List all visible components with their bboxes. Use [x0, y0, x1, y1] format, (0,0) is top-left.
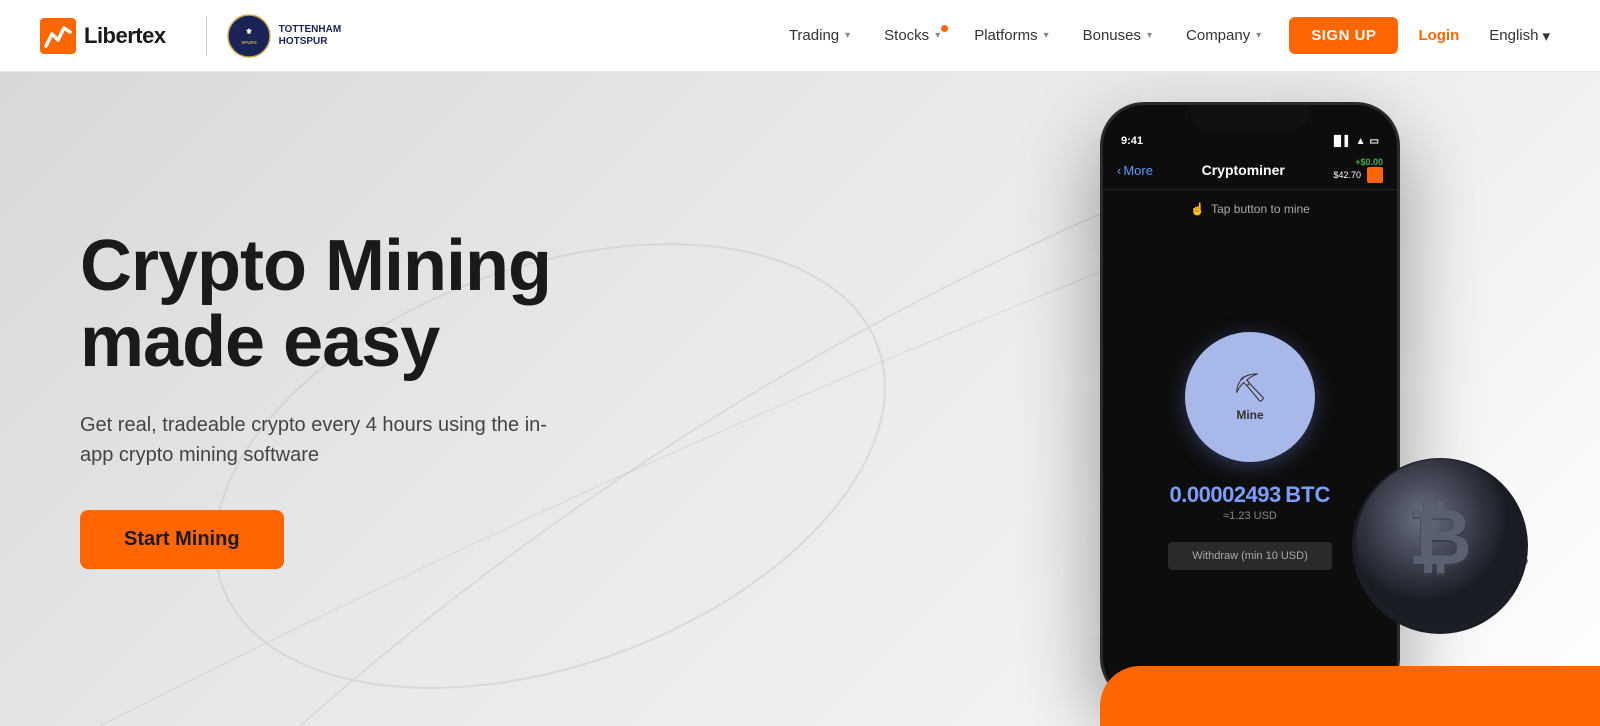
phone-tap-instruction: ☝ Tap button to mine: [1103, 190, 1397, 222]
nav-item-bonuses[interactable]: Bonuses ▾: [1069, 19, 1166, 52]
phone-btc-display: 0.00002493 BTC ≈1.23 USD: [1170, 482, 1331, 522]
svg-text:SPURS: SPURS: [241, 40, 257, 45]
phone-time: 9:41: [1121, 135, 1143, 147]
btc-amount: 0.00002493: [1170, 482, 1281, 507]
chevron-down-icon: ▾: [1147, 30, 1152, 41]
mine-label: Mine: [1236, 408, 1263, 422]
spurs-badge-icon: ⚜ SPURS: [227, 14, 271, 58]
svg-text:⚜: ⚜: [245, 27, 252, 36]
orange-accent-bar: [1100, 666, 1600, 726]
start-mining-button[interactable]: Start Mining: [80, 510, 284, 569]
chevron-down-icon: ▾: [845, 30, 850, 41]
hero-section: Crypto Mining made easy Get real, tradea…: [0, 72, 1600, 726]
btc-symbol: BTC: [1285, 482, 1330, 507]
withdraw-button[interactable]: Withdraw (min 10 USD): [1168, 542, 1332, 570]
nav-menu: Trading ▾ Stocks ▾ Platforms ▾ Bonuses ▾…: [775, 17, 1560, 54]
libertex-logo[interactable]: Libertex: [40, 18, 166, 54]
libertex-name: Libertex: [84, 23, 166, 49]
chevron-left-icon: ‹: [1117, 163, 1121, 178]
nav-item-company[interactable]: Company ▾: [1172, 19, 1275, 52]
libertex-icon: [40, 18, 76, 54]
partner-logo[interactable]: ⚜ SPURS TOTTENHAM HOTSPUR: [227, 14, 342, 58]
phone-balance-gain: +$0.00: [1333, 157, 1383, 167]
battery-icon: ▭: [1370, 136, 1379, 147]
chevron-down-icon: ▾: [1256, 30, 1261, 41]
logo-divider: [206, 16, 207, 56]
phone-notch: [1190, 105, 1310, 129]
signup-button[interactable]: SIGN UP: [1289, 17, 1398, 54]
phone-balance-amount: $42.70: [1333, 170, 1361, 180]
partner-name: TOTTENHAM HOTSPUR: [279, 24, 342, 48]
wifi-icon: ▲: [1356, 136, 1366, 147]
logo-group: Libertex ⚜ SPURS TOTTENHAM HOTSPUR: [40, 14, 341, 58]
phone-back-button[interactable]: ‹ More: [1117, 163, 1153, 178]
hero-visual: 9:41 ▐▌▌ ▲ ▭ ‹ More Cryptominer +$0: [840, 72, 1600, 726]
btc-usd-value: ≈1.23 USD: [1170, 510, 1331, 522]
hero-content: Crypto Mining made easy Get real, tradea…: [0, 229, 640, 569]
nav-item-stocks[interactable]: Stocks ▾: [870, 19, 954, 52]
chevron-down-icon: ▾: [1044, 30, 1049, 41]
stocks-notification-dot: [941, 25, 948, 32]
bitcoin-coin: ₿ ₿: [1340, 446, 1540, 646]
nav-item-platforms[interactable]: Platforms ▾: [960, 19, 1062, 52]
nav-item-trading[interactable]: Trading ▾: [775, 19, 864, 52]
pickaxe-icon: ⛏: [1232, 371, 1268, 404]
login-button[interactable]: Login: [1404, 17, 1473, 54]
chevron-down-icon: ▾: [1542, 27, 1550, 45]
phone-topbar: ‹ More Cryptominer +$0.00 $42.70: [1103, 151, 1397, 190]
phone-balance: +$0.00 $42.70: [1333, 157, 1383, 183]
hero-subtitle: Get real, tradeable crypto every 4 hours…: [80, 410, 560, 470]
navbar: Libertex ⚜ SPURS TOTTENHAM HOTSPUR Tradi…: [0, 0, 1600, 72]
mine-button[interactable]: ⛏ Mine: [1185, 332, 1315, 462]
phone-libertex-icon: [1367, 167, 1383, 183]
signal-icon: ▐▌▌: [1330, 136, 1351, 147]
tap-icon: ☝: [1190, 202, 1205, 216]
phone-status-icons: ▐▌▌ ▲ ▭: [1330, 136, 1379, 147]
hero-title: Crypto Mining made easy: [80, 229, 560, 380]
chevron-down-icon: ▾: [935, 30, 940, 41]
svg-text:₿: ₿: [1408, 493, 1472, 581]
phone-screen-title: Cryptominer: [1202, 162, 1285, 178]
language-selector[interactable]: English ▾: [1479, 19, 1560, 53]
